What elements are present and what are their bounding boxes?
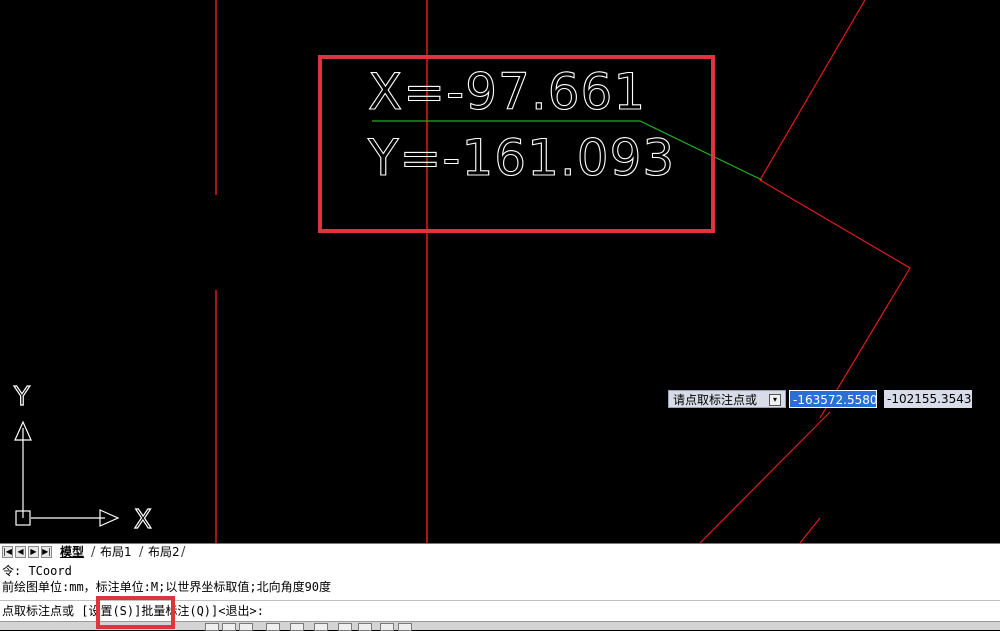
first-tab-button[interactable]: |◀	[2, 546, 13, 558]
ucs-icon	[14, 420, 120, 527]
tab-separator: /	[91, 545, 96, 560]
line-gap	[212, 195, 220, 290]
red-diagonal-line-lower	[699, 411, 831, 543]
dropdown-arrow-icon[interactable]: ▾	[769, 394, 781, 406]
tab-layout2[interactable]: 布局2	[148, 544, 180, 561]
next-tab-button[interactable]: ▶	[28, 546, 39, 558]
command-history-line: 前绘图单位:mm，标注单位:M;以世界坐标取值;北向角度90度	[2, 580, 332, 594]
tab-model[interactable]: 模型	[60, 544, 84, 561]
last-tab-button[interactable]: ▶|	[41, 546, 52, 558]
red-diagonal-line-bottom	[799, 517, 821, 543]
tab-separator: /	[139, 545, 144, 560]
highlight-box-coordinates	[318, 55, 715, 233]
dynamic-input-prompt: 请点取标注点或 ▾	[668, 390, 786, 408]
prev-tab-button[interactable]: ◀	[15, 546, 26, 558]
red-boundary-line	[759, 0, 911, 419]
dynamic-input-x-field[interactable]: -163572.5580	[789, 390, 878, 408]
highlight-box-setting-option	[96, 596, 175, 629]
ucs-x-label: X	[134, 505, 152, 535]
tab-layout1[interactable]: 布局1	[100, 544, 132, 561]
layout-tabs-bar: |◀ ◀ ▶ ▶| 模型 / 布局1 / 布局2 /	[0, 543, 1000, 561]
command-history-line: 令: TCoord	[2, 564, 72, 578]
dynamic-input-y-field[interactable]: -102155.3543	[884, 390, 972, 408]
ucs-y-label: Y	[13, 382, 30, 412]
dynamic-input-prompt-text: 请点取标注点或	[673, 393, 758, 407]
tab-separator: /	[181, 545, 186, 560]
